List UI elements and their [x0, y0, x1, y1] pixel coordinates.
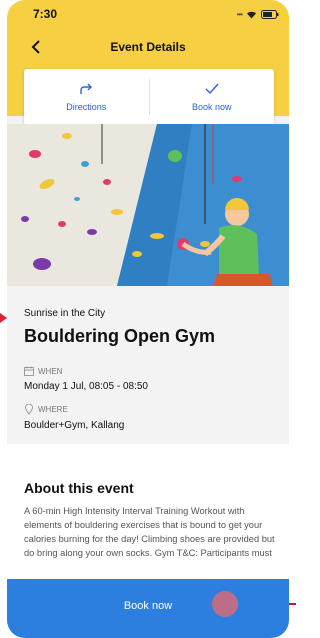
calendar-icon: [24, 366, 34, 376]
signal-dots-icon: •••: [236, 9, 243, 19]
book-now-action-label: Book now: [191, 102, 232, 112]
when-label-row: WHEN: [24, 366, 148, 376]
about-text: A 60-min High Intensity Interval Trainin…: [24, 506, 275, 558]
navbar: Event Details: [7, 36, 289, 60]
directions-button[interactable]: Directions: [24, 69, 149, 125]
where-label-row: WHERE: [24, 404, 124, 415]
about-title: About this event: [24, 480, 134, 496]
phone-screen: 7:30 ••• Event Details Directions Book n…: [7, 0, 289, 638]
when-label: WHEN: [38, 366, 63, 376]
where-label: WHERE: [38, 405, 68, 414]
checkmark-icon: [205, 83, 219, 95]
event-hero-image: [7, 124, 289, 286]
directions-label: Directions: [66, 102, 107, 112]
event-title: Bouldering Open Gym: [24, 326, 216, 346]
climbing-wall-illustration: [7, 124, 289, 286]
page-title: Event Details: [110, 40, 186, 54]
annotation-arrow: [0, 313, 7, 323]
book-now-label: Book now: [123, 600, 173, 612]
action-card: Directions Book now: [24, 69, 274, 125]
wifi-icon: [247, 11, 256, 18]
where-value: Boulder+Gym, Kallang: [24, 420, 125, 431]
book-now-action-button[interactable]: Book now: [150, 69, 275, 125]
when-value: Monday 1 Jul, 08:05 - 08:50: [24, 381, 148, 392]
where-section: WHERE Boulder+Gym, Kallang: [24, 404, 124, 431]
tap-indicator: [212, 591, 238, 617]
when-section: WHEN Monday 1 Jul, 08:05 - 08:50: [24, 366, 148, 392]
directions-icon: [80, 83, 93, 94]
battery-icon: [261, 9, 279, 19]
status-time: 7:30: [33, 7, 58, 21]
location-pin-icon: [25, 404, 33, 415]
event-host: Sunrise in the City: [24, 308, 106, 319]
book-now-button[interactable]: Book now: [7, 579, 289, 638]
event-info: Sunrise in the City Bouldering Open Gym …: [7, 286, 289, 436]
status-bar: 7:30 •••: [7, 0, 289, 26]
status-icons: •••: [237, 9, 279, 19]
